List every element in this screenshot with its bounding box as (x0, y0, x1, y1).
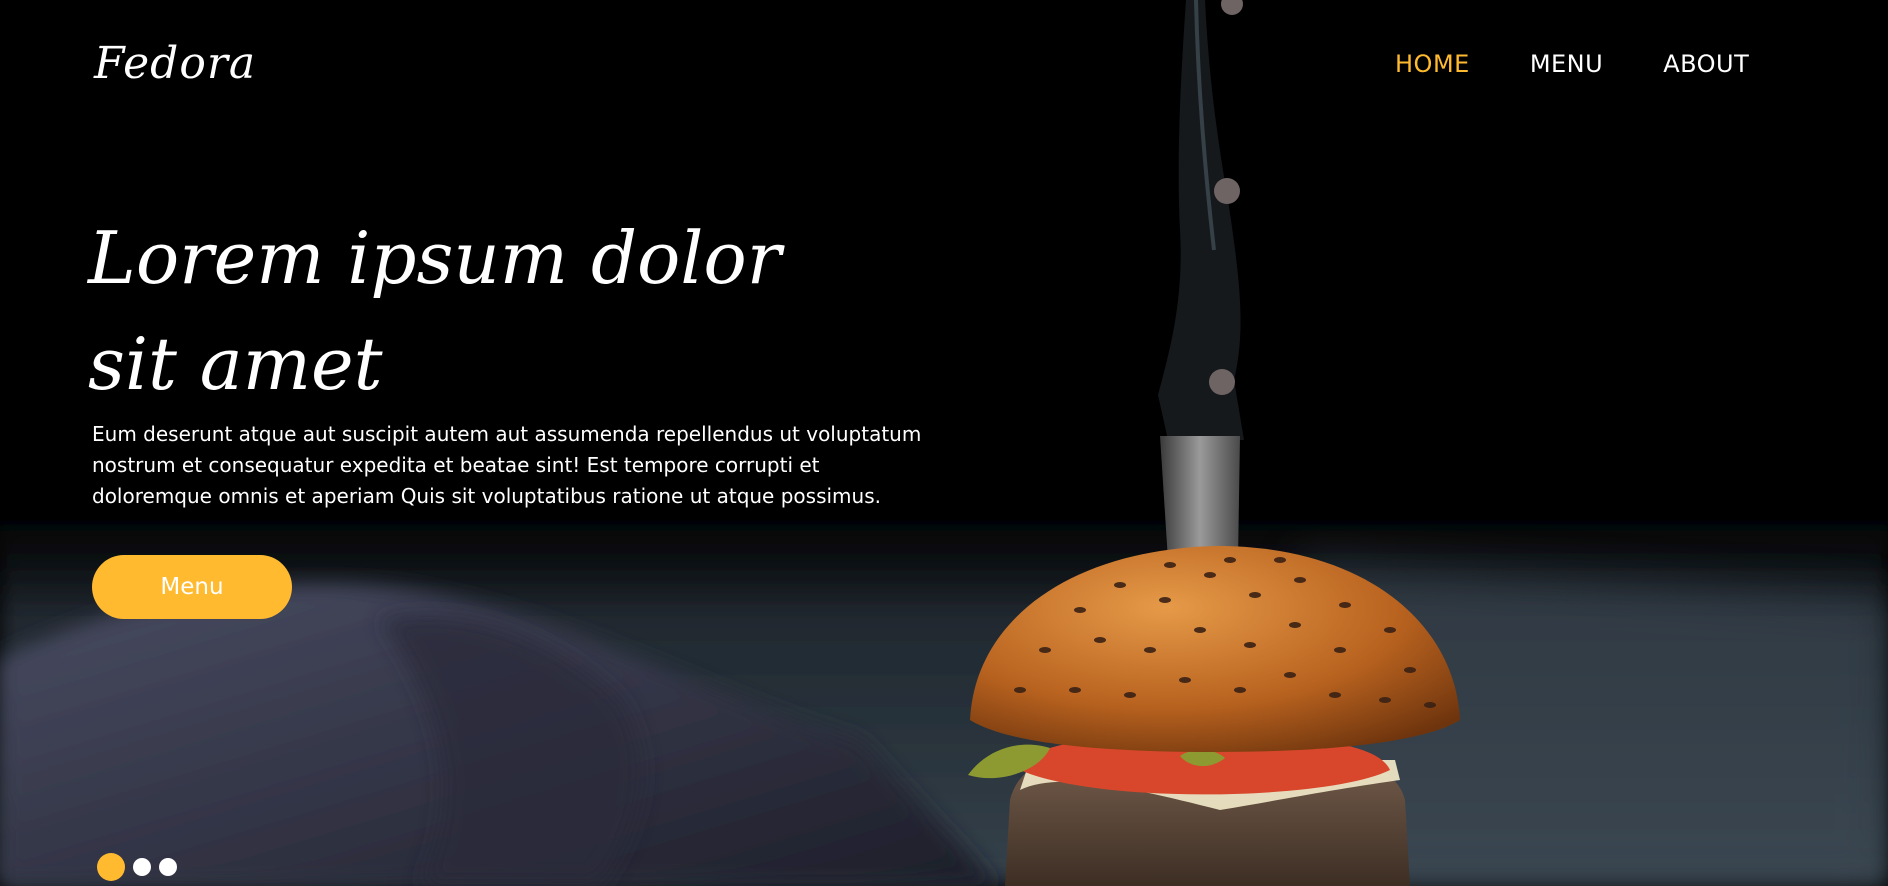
nav-item-menu[interactable]: MENU (1530, 46, 1603, 82)
hero-section: Fedora HOME MENU ABOUT Lorem ipsum dolor… (0, 0, 1888, 886)
carousel-dot-1[interactable] (97, 853, 125, 881)
carousel-dot-2[interactable] (133, 858, 151, 876)
carousel-dot-3[interactable] (159, 858, 177, 876)
carousel-indicators (97, 853, 177, 881)
hero-description: Eum deserunt atque aut suscipit autem au… (92, 422, 922, 508)
brand-logo[interactable]: Fedora (94, 34, 256, 94)
menu-button[interactable]: Menu (92, 555, 292, 619)
main-nav: HOME MENU ABOUT (1395, 46, 1749, 82)
nav-item-home[interactable]: HOME (1395, 46, 1470, 82)
nav-item-about[interactable]: ABOUT (1663, 46, 1749, 82)
hero-headline: Lorem ipsum dolor sit amet (88, 216, 782, 406)
